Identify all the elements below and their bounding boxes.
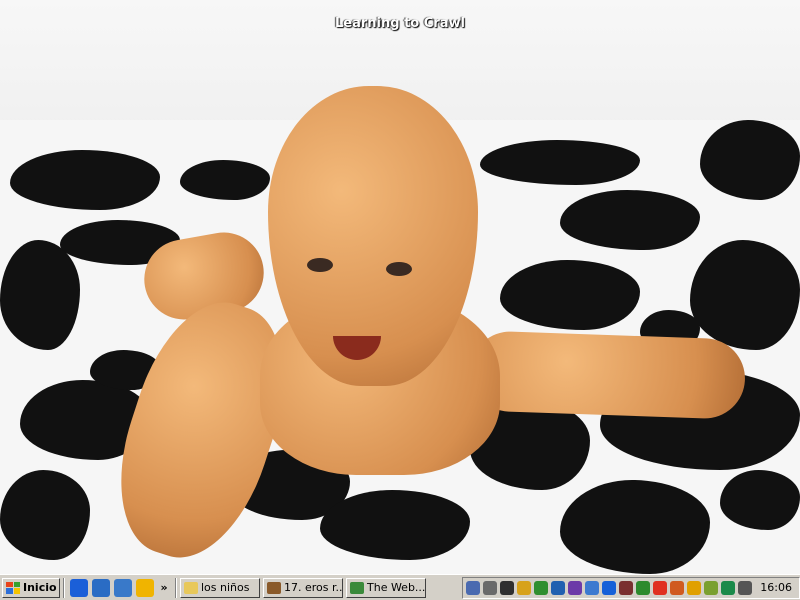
taskbar-separator — [175, 577, 177, 598]
camera-icon[interactable] — [619, 580, 633, 595]
users-icon[interactable] — [585, 580, 599, 595]
baby-right-eye — [386, 262, 412, 276]
task-label: The Web... — [367, 581, 426, 594]
outlook-express-icon[interactable] — [114, 578, 132, 597]
show-desktop-icon[interactable] — [92, 578, 110, 597]
monitor-icon[interactable] — [568, 580, 582, 595]
wallpaper-title: Learning to Crawl — [335, 16, 465, 31]
taskbar: Inicio » los niños 17. eros r... The Web..… — [0, 574, 800, 600]
tray-icons — [466, 580, 755, 595]
shield-icon[interactable] — [738, 580, 752, 595]
task-button[interactable]: The Web... — [346, 577, 426, 598]
baby-right-arm — [468, 330, 747, 420]
eye-icon[interactable] — [602, 580, 616, 595]
task-button[interactable]: 17. eros r... — [263, 577, 343, 598]
task-label: 17. eros r... — [284, 581, 343, 594]
globe-icon[interactable] — [721, 580, 735, 595]
media-player-icon[interactable] — [136, 578, 154, 597]
media-icon — [267, 581, 281, 594]
web-page-icon — [350, 581, 364, 594]
folder-icon — [184, 581, 198, 594]
antivirus-icon[interactable] — [500, 580, 514, 595]
messenger-icon[interactable] — [670, 580, 684, 595]
start-label: Inicio — [23, 581, 57, 594]
clock[interactable]: 16:06 — [760, 581, 792, 594]
pencil-icon[interactable] — [517, 580, 531, 595]
task-buttons: los niños 17. eros r... The Web... — [180, 577, 429, 598]
lock-icon[interactable] — [687, 580, 701, 595]
task-label: los niños — [201, 581, 250, 594]
green-app-icon[interactable] — [534, 580, 548, 595]
desktop[interactable]: Learning to Crawl — [0, 0, 800, 574]
task-button[interactable]: los niños — [180, 577, 260, 598]
internet-explorer-icon[interactable] — [70, 578, 88, 597]
chevron-more-icon[interactable]: » — [158, 581, 170, 594]
baby-left-eye — [307, 258, 333, 272]
windows-logo-icon — [6, 581, 20, 594]
system-tray: 16:06 — [462, 576, 800, 599]
speaker-icon[interactable] — [704, 580, 718, 595]
start-button[interactable]: Inicio — [2, 577, 60, 598]
printer-icon[interactable] — [483, 580, 497, 595]
taskbar-separator — [63, 577, 65, 598]
quick-launch-bar — [68, 578, 156, 597]
network-icon[interactable] — [466, 580, 480, 595]
chart-icon[interactable] — [636, 580, 650, 595]
lightning-icon[interactable] — [653, 580, 667, 595]
blue-app-icon[interactable] — [551, 580, 565, 595]
